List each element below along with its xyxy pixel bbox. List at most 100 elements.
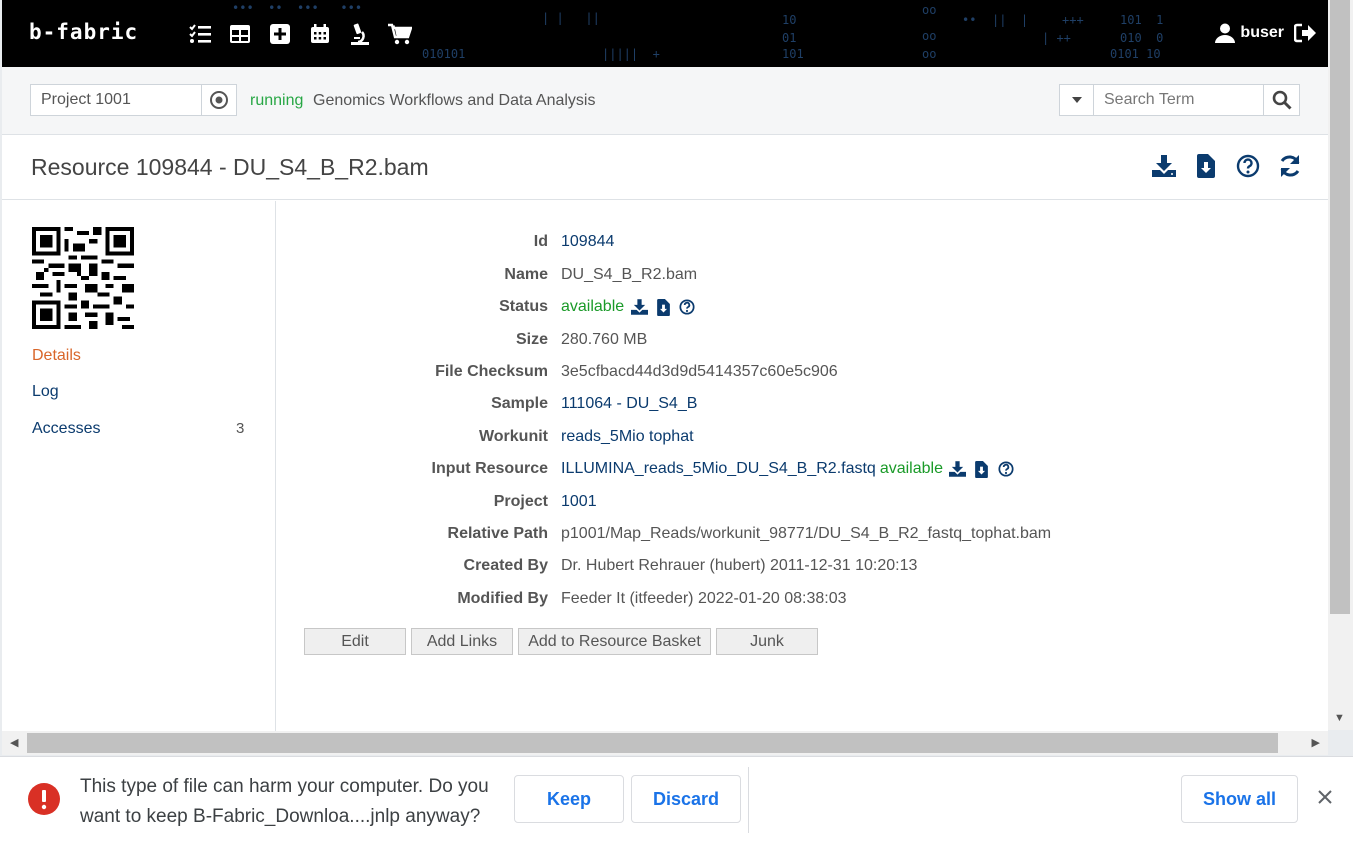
refresh-icon[interactable]	[1278, 154, 1302, 178]
relative-path-value: p1001/Map_Reads/workunit_98771/DU_S4_B_R…	[561, 525, 1052, 542]
file-download-icon[interactable]	[654, 298, 672, 316]
header-actions	[1152, 154, 1302, 178]
help-icon[interactable]	[997, 460, 1015, 478]
field-row-modified-by: Modified By Feeder It (itfeeder) 2022-01…	[278, 590, 1328, 612]
horizontal-scroll-thumb[interactable]	[27, 733, 1278, 753]
input-resource-status: available	[879, 460, 943, 477]
download-icon[interactable]	[949, 460, 967, 478]
help-icon[interactable]	[1236, 154, 1260, 178]
field-row-id: Id 109844	[278, 233, 1328, 255]
field-row-size: Size 280.760 MB	[278, 331, 1328, 353]
field-row-input-resource: Input Resource ILLUMINA_reads_5Mio_DU_S4…	[278, 460, 1328, 482]
vertical-scroll-thumb[interactable]	[1330, 0, 1350, 614]
search-scope-dropdown[interactable]	[1060, 85, 1094, 115]
microscope-icon[interactable]	[348, 22, 372, 46]
resource-header: Resource 109844 - DU_S4_B_R2.bam	[2, 136, 1328, 200]
scroll-left-arrow-icon[interactable]: ◀	[10, 736, 18, 749]
add-links-button[interactable]: Add Links	[411, 628, 513, 655]
sidebar-item-accesses[interactable]: Accesses	[32, 420, 100, 438]
download-icon[interactable]	[1152, 154, 1176, 178]
scroll-right-arrow-icon[interactable]: ▶	[1312, 736, 1320, 749]
sidebar-item-log[interactable]: Log	[32, 383, 59, 401]
junk-button[interactable]: Junk	[716, 628, 818, 655]
download-warning-bar: This type of file can harm your computer…	[0, 756, 1353, 841]
field-label: Status	[499, 298, 548, 315]
sidebar: Details Log Accesses 3	[2, 201, 276, 731]
field-row-status: Status available	[278, 298, 1328, 320]
page-title: Resource 109844 - DU_S4_B_R2.bam	[31, 154, 429, 180]
field-label: Created By	[463, 557, 548, 574]
workunit-link[interactable]: reads_5Mio tophat	[561, 428, 694, 446]
field-label: Size	[515, 331, 548, 348]
horizontal-scrollbar[interactable]: ◀ ▶	[2, 731, 1328, 755]
field-label: Name	[504, 266, 548, 283]
field-row-workunit: Workunit reads_5Mio tophat	[278, 428, 1328, 450]
discard-button[interactable]: Discard	[631, 775, 741, 823]
caret-down-icon	[1071, 97, 1082, 103]
project-selector[interactable]: Project 1001	[30, 84, 237, 116]
name-value: DU_S4_B_R2.bam	[561, 266, 698, 283]
help-icon[interactable]	[678, 298, 696, 316]
size-value: 280.760 MB	[561, 331, 648, 348]
username: buser	[1240, 24, 1284, 41]
field-row-created-by: Created By Dr. Hubert Rehrauer (hubert) …	[278, 557, 1328, 579]
user-menu[interactable]: buser	[1214, 22, 1316, 44]
nav-icon-group	[188, 22, 412, 46]
project-target-button[interactable]	[201, 85, 236, 115]
search-input[interactable]: Search Term	[1094, 85, 1263, 115]
field-label: Workunit	[478, 428, 548, 445]
field-label: Id	[533, 233, 548, 250]
sidebar-item-details[interactable]: Details	[32, 347, 81, 365]
project-bar: Project 1001 running Genomics Workflows …	[2, 67, 1328, 135]
target-icon	[210, 91, 228, 109]
project-status: running	[250, 92, 304, 109]
accesses-count: 3	[236, 420, 245, 437]
created-by-value: Dr. Hubert Rehrauer (hubert) 2011-12-31 …	[561, 557, 918, 574]
id-value[interactable]: 109844	[561, 233, 614, 251]
status-value: available	[561, 298, 625, 315]
checklist-icon[interactable]	[188, 22, 212, 46]
grid-icon[interactable]	[228, 22, 252, 46]
field-row-relative-path: Relative Path p1001/Map_Reads/workunit_9…	[278, 525, 1328, 547]
resource-details: Id 109844 Name DU_S4_B_R2.bam Status ava…	[278, 201, 1328, 731]
search-button[interactable]	[1263, 85, 1299, 115]
field-row-name: Name DU_S4_B_R2.bam	[278, 266, 1328, 288]
edit-button[interactable]: Edit	[304, 628, 406, 655]
download-warning-message: This type of file can harm your computer…	[80, 776, 489, 827]
logout-icon[interactable]	[1294, 22, 1316, 44]
cart-icon[interactable]	[388, 22, 412, 46]
top-navbar: ••• •• ••• ••• | | || 010101 ||||| + 10 …	[2, 0, 1328, 67]
divider	[748, 767, 749, 833]
search-box: Search Term	[1059, 84, 1300, 116]
file-download-icon[interactable]	[973, 460, 991, 478]
field-label: Project	[493, 493, 548, 510]
app-window: ••• •• ••• ••• | | || 010101 ||||| + 10 …	[2, 0, 1328, 755]
project-link[interactable]: 1001	[561, 493, 597, 511]
file-download-icon[interactable]	[1194, 154, 1218, 178]
field-label: Input Resource	[431, 460, 548, 477]
project-selector-value[interactable]: Project 1001	[31, 85, 201, 115]
vertical-scrollbar[interactable]: ▼	[1328, 0, 1353, 730]
brand-logo[interactable]: b-fabric	[29, 20, 138, 44]
qr-code	[32, 227, 134, 329]
warning-icon	[28, 783, 60, 815]
download-icon[interactable]	[630, 298, 648, 316]
user-icon	[1214, 22, 1236, 44]
plus-square-icon[interactable]	[268, 22, 292, 46]
project-name[interactable]: Genomics Workflows and Data Analysis	[313, 92, 595, 110]
resource-actions: Edit Add Links Add to Resource Basket Ju…	[304, 628, 818, 655]
field-row-checksum: File Checksum 3e5cfbacd44d3d9d5414357c60…	[278, 363, 1328, 385]
close-icon[interactable]	[1313, 785, 1337, 809]
input-resource-link[interactable]: ILLUMINA_reads_5Mio_DU_S4_B_R2.fastq	[561, 460, 876, 478]
search-icon	[1272, 90, 1292, 110]
keep-button[interactable]: Keep	[514, 775, 624, 823]
calendar-icon[interactable]	[308, 22, 332, 46]
sample-link[interactable]: 111064 - DU_S4_B	[561, 395, 697, 413]
field-label: Modified By	[457, 590, 548, 607]
show-all-button[interactable]: Show all	[1181, 775, 1298, 823]
field-row-sample: Sample 111064 - DU_S4_B	[278, 395, 1328, 417]
field-label: Relative Path	[447, 525, 548, 542]
add-to-basket-button[interactable]: Add to Resource Basket	[518, 628, 711, 655]
scroll-down-arrow-icon[interactable]: ▼	[1334, 712, 1345, 724]
field-row-project: Project 1001	[278, 493, 1328, 515]
